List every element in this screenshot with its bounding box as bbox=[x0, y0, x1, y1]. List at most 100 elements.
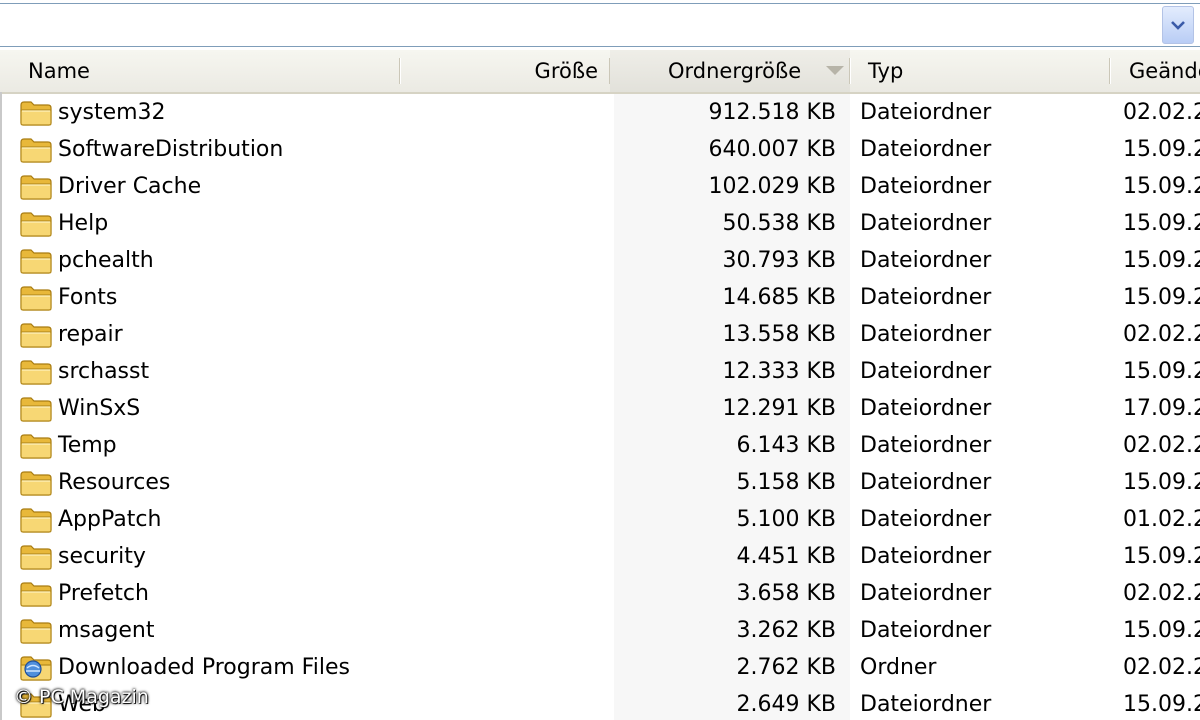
item-modified: 15.09.2 bbox=[1123, 470, 1200, 495]
item-folder-size: 50.538 KB bbox=[722, 211, 837, 236]
item-modified: 15.09.2 bbox=[1123, 359, 1200, 384]
list-item[interactable]: Help 50.538 KB Dateiordner 15.09.2 bbox=[0, 205, 1200, 242]
folder-icon bbox=[19, 173, 53, 201]
item-modified: 15.09.2 bbox=[1123, 211, 1200, 236]
chevron-down-icon bbox=[1171, 21, 1185, 30]
item-folder-size: 4.451 KB bbox=[736, 544, 837, 569]
item-type: Ordner bbox=[860, 655, 937, 680]
list-item[interactable]: AppPatch 5.100 KB Dateiordner 01.02.2 bbox=[0, 501, 1200, 538]
address-input[interactable] bbox=[0, 3, 1200, 47]
column-header: Name Größe Ordnergröße Typ Geände bbox=[0, 50, 1200, 94]
folder-icon bbox=[19, 432, 53, 460]
list-item[interactable]: Prefetch 3.658 KB Dateiordner 02.02.2 bbox=[0, 575, 1200, 612]
item-modified: 02.02.2 bbox=[1123, 322, 1200, 347]
item-name: Driver Cache bbox=[58, 174, 202, 199]
item-name: Downloaded Program Files bbox=[58, 655, 350, 680]
list-item[interactable]: SoftwareDistribution 640.007 KB Dateiordne… bbox=[0, 131, 1200, 168]
column-header-name[interactable]: Name bbox=[0, 50, 400, 92]
item-type: Dateiordner bbox=[860, 285, 992, 310]
folder-icon bbox=[19, 247, 53, 275]
folder-icon bbox=[19, 543, 53, 571]
item-modified: 15.09.2 bbox=[1123, 137, 1200, 162]
item-folder-size: 5.158 KB bbox=[736, 470, 837, 495]
folder-icon bbox=[19, 506, 53, 534]
list-item[interactable]: Temp 6.143 KB Dateiordner 02.02.2 bbox=[0, 427, 1200, 464]
item-type: Dateiordner bbox=[860, 396, 992, 421]
list-item[interactable]: Fonts 14.685 KB Dateiordner 15.09.2 bbox=[0, 279, 1200, 316]
item-modified: 17.09.2 bbox=[1123, 396, 1200, 421]
item-modified: 15.09.2 bbox=[1123, 248, 1200, 273]
folder-icon bbox=[19, 210, 53, 238]
item-name: Resources bbox=[58, 470, 171, 495]
item-modified: 15.09.2 bbox=[1123, 174, 1200, 199]
list-item[interactable]: WinSxS 12.291 KB Dateiordner 17.09.2 bbox=[0, 390, 1200, 427]
item-name: security bbox=[58, 544, 146, 569]
list-item[interactable]: Web 2.649 KB Dateiordner 15.09.2 bbox=[0, 686, 1200, 720]
item-name: Fonts bbox=[58, 285, 118, 310]
list-item[interactable]: security 4.451 KB Dateiordner 15.09.2 bbox=[0, 538, 1200, 575]
item-modified: 02.02.2 bbox=[1123, 433, 1200, 458]
list-item[interactable]: system32 912.518 KB Dateiordner 02.02.2 bbox=[0, 94, 1200, 131]
item-folder-size: 3.658 KB bbox=[736, 581, 837, 606]
column-header-modified[interactable]: Geände bbox=[1110, 50, 1200, 92]
item-folder-size: 12.291 KB bbox=[722, 396, 837, 421]
item-type: Dateiordner bbox=[860, 174, 992, 199]
list-item[interactable]: Driver Cache 102.029 KB Dateiordner 15.09.2 bbox=[0, 168, 1200, 205]
watermark: © PC Magazin bbox=[14, 686, 149, 708]
list-item[interactable]: Resources 5.158 KB Dateiordner 15.09.2 bbox=[0, 464, 1200, 501]
list-item[interactable]: pchealth 30.793 KB Dateiordner 15.09.2 bbox=[0, 242, 1200, 279]
item-folder-size: 2.649 KB bbox=[736, 692, 837, 717]
folder-icon bbox=[19, 617, 53, 645]
item-type: Dateiordner bbox=[860, 692, 992, 717]
item-folder-size: 640.007 KB bbox=[708, 137, 837, 162]
folder-icon bbox=[19, 358, 53, 386]
item-type: Dateiordner bbox=[860, 137, 992, 162]
item-folder-size: 3.262 KB bbox=[736, 618, 837, 643]
item-name: SoftwareDistribution bbox=[58, 137, 284, 162]
file-list: system32 912.518 KB Dateiordner 02.02.2 Soft… bbox=[0, 94, 1200, 720]
item-modified: 02.02.2 bbox=[1123, 100, 1200, 125]
item-type: Dateiordner bbox=[860, 211, 992, 236]
list-item[interactable]: repair 13.558 KB Dateiordner 02.02.2 bbox=[0, 316, 1200, 353]
item-type: Dateiordner bbox=[860, 433, 992, 458]
list-item[interactable]: srchasst 12.333 KB Dateiordner 15.09.2 bbox=[0, 353, 1200, 390]
item-type: Dateiordner bbox=[860, 322, 992, 347]
column-header-size[interactable]: Größe bbox=[400, 50, 610, 92]
item-name: pchealth bbox=[58, 248, 154, 273]
item-name: Temp bbox=[58, 433, 117, 458]
item-folder-size: 12.333 KB bbox=[722, 359, 837, 384]
folder-icon bbox=[19, 321, 53, 349]
folder-icon bbox=[19, 284, 53, 312]
item-modified: 02.02.2 bbox=[1123, 655, 1200, 680]
sort-descending-icon bbox=[826, 66, 844, 75]
item-modified: 15.09.2 bbox=[1123, 285, 1200, 310]
item-modified: 01.02.2 bbox=[1123, 507, 1200, 532]
item-name: AppPatch bbox=[58, 507, 162, 532]
item-folder-size: 5.100 KB bbox=[736, 507, 837, 532]
item-name: Prefetch bbox=[58, 581, 149, 606]
item-type: Dateiordner bbox=[860, 100, 992, 125]
item-name: WinSxS bbox=[58, 396, 141, 421]
item-type: Dateiordner bbox=[860, 470, 992, 495]
list-item[interactable]: msagent 3.262 KB Dateiordner 15.09.2 bbox=[0, 612, 1200, 649]
folder-icon bbox=[19, 469, 53, 497]
address-bar bbox=[0, 0, 1200, 51]
column-header-type[interactable]: Typ bbox=[850, 50, 1110, 92]
item-folder-size: 6.143 KB bbox=[736, 433, 837, 458]
item-name: srchasst bbox=[58, 359, 150, 384]
item-modified: 15.09.2 bbox=[1123, 544, 1200, 569]
special-folder-icon bbox=[19, 654, 53, 682]
folder-icon bbox=[19, 99, 53, 127]
item-name: Help bbox=[58, 211, 109, 236]
item-name: system32 bbox=[58, 100, 166, 125]
item-modified: 02.02.2 bbox=[1123, 581, 1200, 606]
column-header-folder-size-label: Ordnergröße bbox=[668, 59, 802, 83]
item-modified: 15.09.2 bbox=[1123, 618, 1200, 643]
folder-icon bbox=[19, 136, 53, 164]
item-type: Dateiordner bbox=[860, 248, 992, 273]
list-item[interactable]: Downloaded Program Files 2.762 KB Ordner 02… bbox=[0, 649, 1200, 686]
item-type: Dateiordner bbox=[860, 618, 992, 643]
address-dropdown-button[interactable] bbox=[1162, 6, 1194, 44]
column-header-folder-size[interactable]: Ordnergröße bbox=[610, 50, 850, 92]
item-name: repair bbox=[58, 322, 123, 347]
